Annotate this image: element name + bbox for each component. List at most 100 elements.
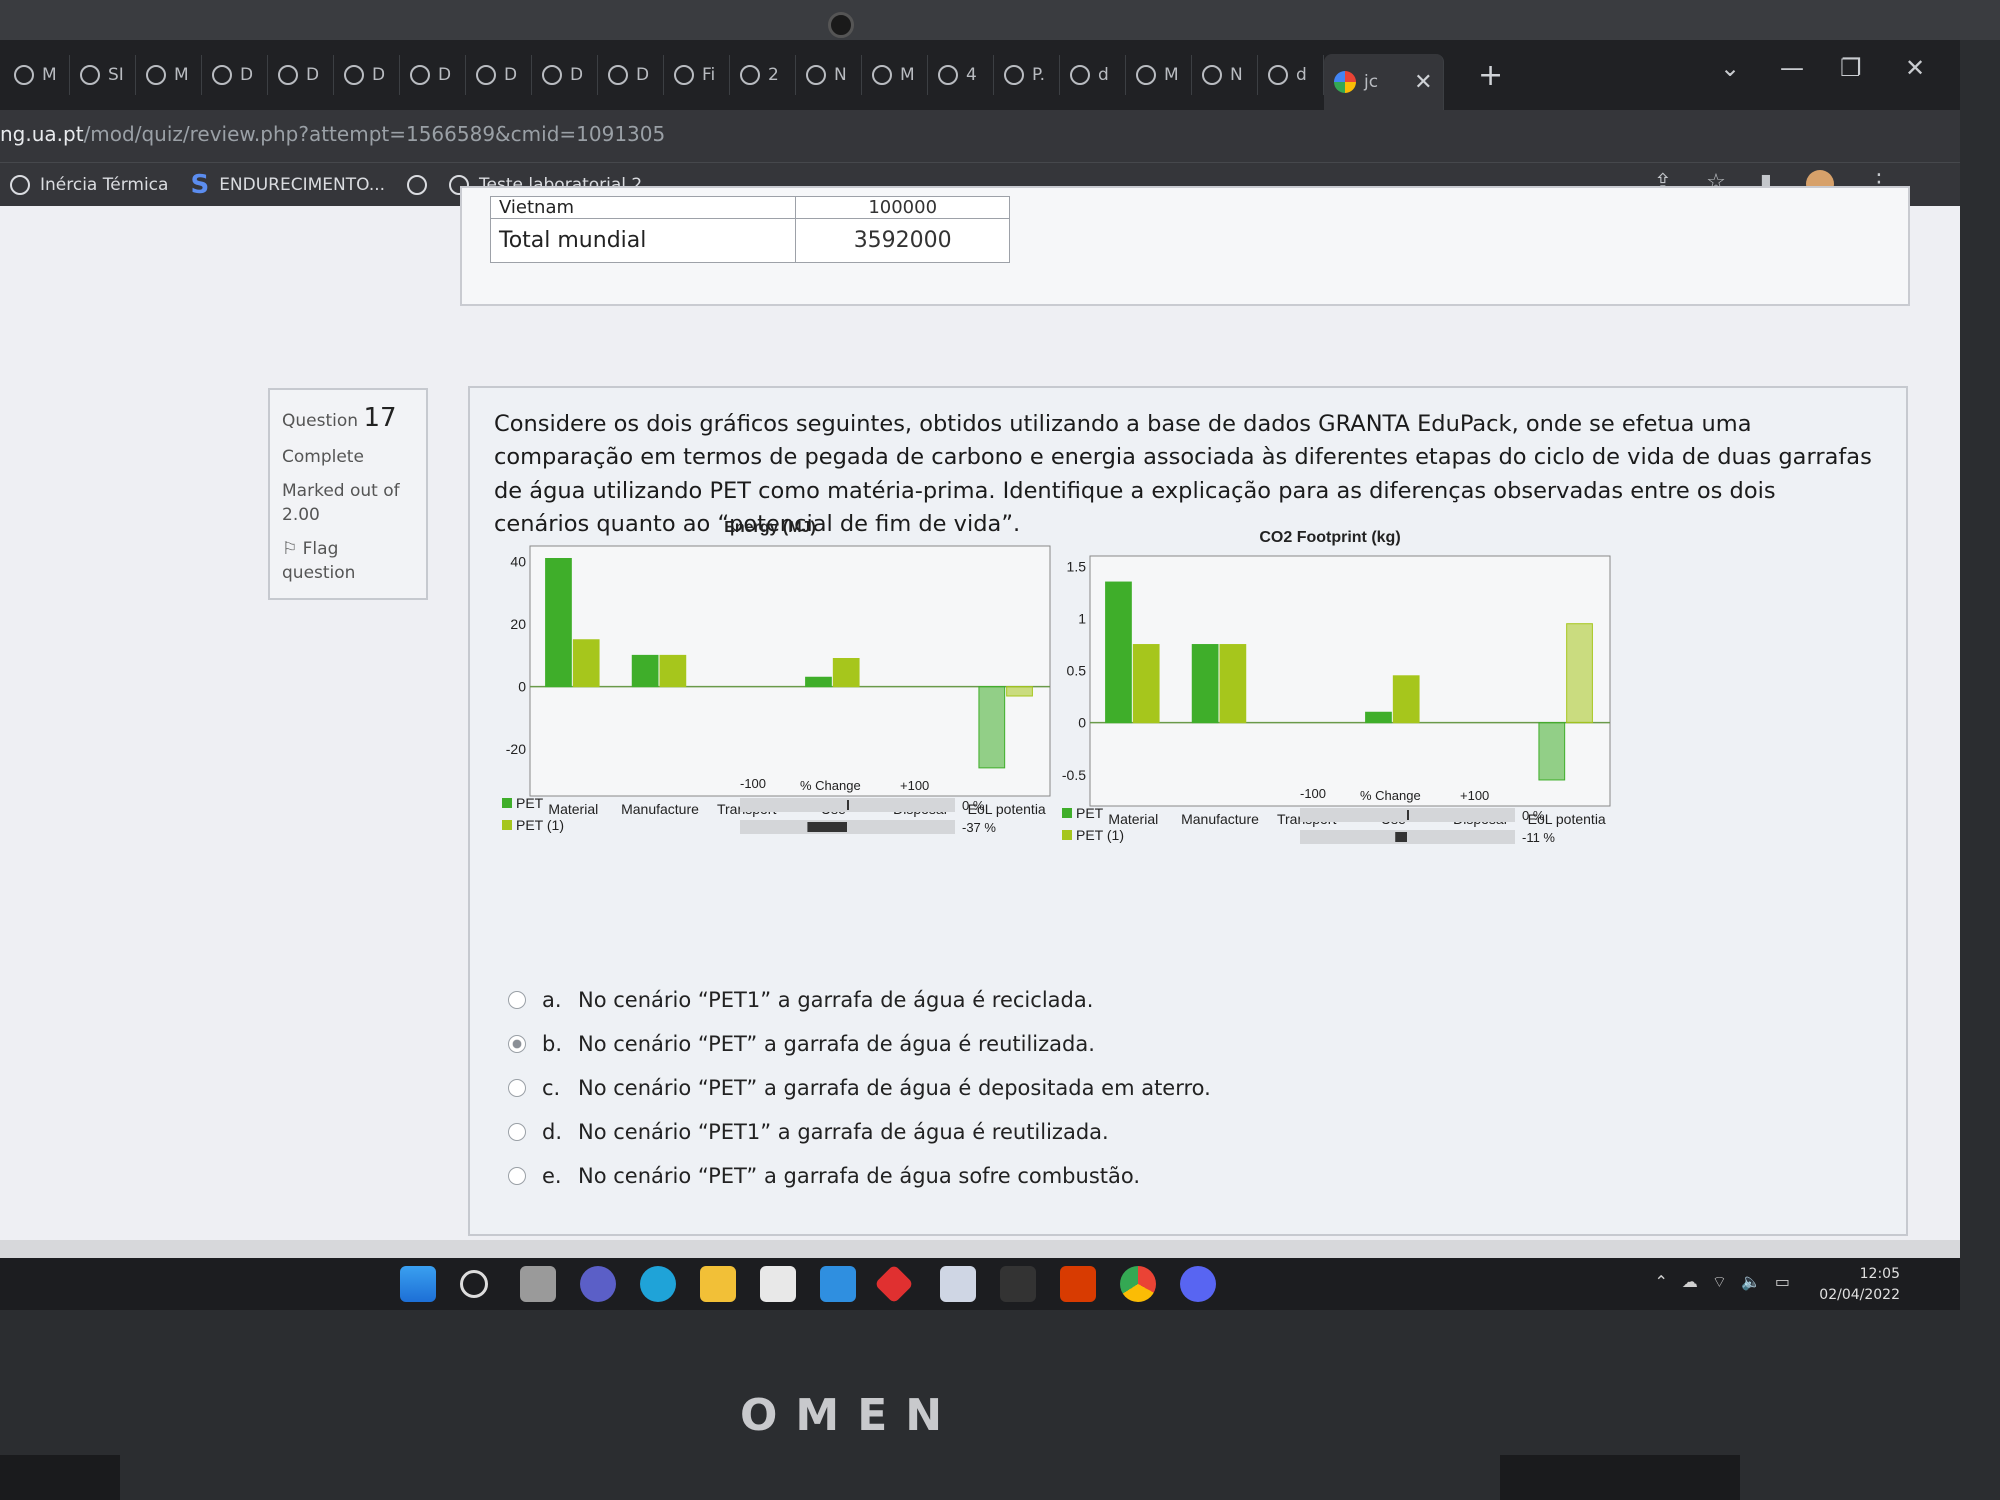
x-tick-label: Manufacture (621, 801, 699, 817)
browser-tab[interactable]: M (1126, 55, 1192, 95)
minimize-icon[interactable]: — (1780, 54, 1804, 82)
browser-tab[interactable]: N (1192, 55, 1258, 95)
option-text: No cenário “PET1” a garrafa de água é re… (578, 1120, 1109, 1144)
clock[interactable]: 12:05 02/04/2022 (1819, 1264, 1900, 1306)
browser-tab[interactable]: D (532, 55, 598, 95)
question-box: Considere os dois gráficos seguintes, ob… (468, 386, 1908, 1236)
browser-tab[interactable]: D (466, 55, 532, 95)
discord-icon[interactable] (1180, 1266, 1216, 1302)
app-red-icon[interactable] (874, 1264, 914, 1304)
browser-tab[interactable]: 2 (730, 55, 796, 95)
system-tray: ⌃ ☁ ⌔ 🔈 ▭ (1655, 1272, 1791, 1292)
answer-option[interactable]: e. No cenário “PET” a garrafa de água sof… (508, 1154, 1211, 1198)
flag-question[interactable]: ⚐ Flag question (282, 538, 414, 586)
change-bar (847, 800, 849, 810)
change-max-label: +100 (1460, 788, 1489, 803)
chevron-up-icon[interactable]: ⌃ (1655, 1272, 1668, 1292)
chart-title: Energy (MJ) (724, 519, 816, 536)
browser-tab[interactable]: Fi (664, 55, 730, 95)
bookmark-globe[interactable] (407, 174, 428, 195)
maximize-icon[interactable]: ❐ (1840, 54, 1862, 82)
globe-icon (740, 65, 760, 85)
answer-option[interactable]: d. No cenário “PET1” a garrafa de água é … (508, 1110, 1211, 1154)
legend-swatch (502, 798, 512, 808)
search-icon[interactable] (460, 1270, 488, 1298)
x-tick-label: Material (548, 801, 598, 817)
tab-label: 2 (768, 65, 779, 85)
question-status: Complete (282, 447, 364, 468)
change-value: 0 % (962, 798, 985, 813)
chrome-icon[interactable] (1120, 1266, 1156, 1302)
answer-option[interactable]: c. No cenário “PET” a garrafa de água é d… (508, 1066, 1211, 1110)
volume-icon[interactable]: 🔈 (1741, 1272, 1761, 1292)
answer-option[interactable]: a. No cenário “PET1” a garrafa de água é … (508, 978, 1211, 1022)
browser-tab[interactable]: D (202, 55, 268, 95)
file-explorer-icon[interactable] (700, 1266, 736, 1302)
radio-button[interactable] (508, 1079, 526, 1097)
mail-icon[interactable] (820, 1266, 856, 1302)
dropbox-icon[interactable] (940, 1266, 976, 1302)
tab-label: D (570, 65, 584, 85)
task-view-icon[interactable] (520, 1266, 556, 1302)
browser-tab[interactable]: M (862, 55, 928, 95)
browser-tab[interactable]: D (268, 55, 334, 95)
bar (832, 658, 860, 688)
tab-label: M (1164, 65, 1179, 85)
horizontal-scrollbar[interactable] (0, 1240, 1960, 1258)
browser-tab[interactable]: D (400, 55, 466, 95)
close-tab-icon[interactable]: ✕ (1414, 70, 1432, 95)
globe-icon (212, 65, 232, 85)
battery-icon[interactable]: ▭ (1775, 1272, 1790, 1292)
chart-title: CO2 Footprint (kg) (1259, 529, 1400, 546)
bookmark-inercia[interactable]: Inércia Térmica (10, 174, 169, 195)
onedrive-icon[interactable]: ☁ (1682, 1272, 1698, 1292)
browser-tab[interactable]: N (796, 55, 862, 95)
bar (1219, 644, 1247, 724)
y-tick-label: 1 (1078, 611, 1086, 627)
browser-tab[interactable]: SI (70, 55, 136, 95)
option-text: No cenário “PET” a garrafa de água é dep… (578, 1076, 1211, 1100)
y-tick-label: 1.5 (1067, 558, 1087, 574)
browser-tab[interactable]: P. (994, 55, 1060, 95)
chevron-down-icon[interactable]: ⌄ (1720, 54, 1740, 82)
change-bar (1407, 810, 1409, 820)
radio-button[interactable] (508, 1123, 526, 1141)
bar (572, 639, 600, 688)
legend-swatch (1062, 830, 1072, 840)
browser-tab-active[interactable]: jc ✕ (1324, 54, 1444, 110)
bar (1392, 675, 1420, 724)
bezel-top (0, 0, 2000, 40)
y-tick-label: 20 (510, 616, 526, 632)
wifi-icon[interactable]: ⌔ (1712, 1272, 1727, 1292)
browser-tab[interactable]: M (136, 55, 202, 95)
table-cell: 3592000 (795, 218, 1010, 263)
s-logo-icon: S (190, 169, 210, 200)
bar (1105, 581, 1132, 724)
browser-tab[interactable]: M (4, 55, 70, 95)
address-bar[interactable]: ng.ua.pt/mod/quiz/review.php?attempt=156… (0, 122, 665, 146)
radio-button[interactable] (508, 1035, 526, 1053)
radio-button[interactable] (508, 1167, 526, 1185)
bookmark-label: Inércia Térmica (40, 174, 169, 195)
store-icon[interactable] (760, 1266, 796, 1302)
browser-tab[interactable]: d (1060, 55, 1126, 95)
edge-icon[interactable] (640, 1266, 676, 1302)
browser-tab[interactable]: d (1258, 55, 1324, 95)
teams-icon[interactable] (580, 1266, 616, 1302)
globe-icon (1070, 65, 1090, 85)
browser-tab[interactable]: 4 (928, 55, 994, 95)
browser-tab[interactable]: D (334, 55, 400, 95)
browser-tab[interactable]: D (598, 55, 664, 95)
question-info: Question 17 Complete Marked out of 2.00 … (268, 388, 428, 600)
app-bolt-icon[interactable] (1000, 1266, 1036, 1302)
change-bar-bg (1300, 830, 1515, 844)
legend-swatch (502, 820, 512, 830)
answer-option[interactable]: b. No cenário “PET” a garrafa de água é r… (508, 1022, 1211, 1066)
radio-button[interactable] (508, 991, 526, 1009)
globe-icon (674, 65, 694, 85)
new-tab-icon[interactable]: + (1478, 58, 1503, 93)
close-window-icon[interactable]: ✕ (1905, 54, 1925, 82)
office-icon[interactable] (1060, 1266, 1096, 1302)
windows-start-icon[interactable] (400, 1266, 436, 1302)
bookmark-endurecimento[interactable]: S ENDURECIMENTO... (190, 170, 385, 200)
